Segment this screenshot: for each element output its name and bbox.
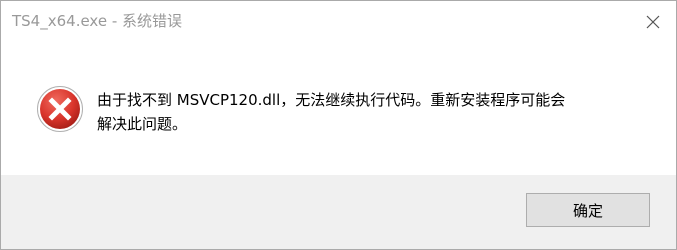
close-icon [646, 15, 660, 29]
dialog-content: 由于找不到 MSVCP120.dll，无法继续执行代码。重新安装程序可能会 解决… [1, 43, 676, 175]
window-title: TS4_x64.exe - 系统错误 [12, 12, 183, 30]
ok-button[interactable]: 确定 [526, 193, 650, 227]
title-bar[interactable]: TS4_x64.exe - 系统错误 [1, 1, 676, 43]
close-button[interactable] [630, 1, 676, 43]
message-line-2: 解决此问题。 [97, 115, 188, 133]
error-icon [37, 86, 83, 132]
error-dialog-window: TS4_x64.exe - 系统错误 由于找不到 MSVCP120.dll，无法… [0, 0, 677, 250]
dialog-footer: 确定 [1, 175, 676, 249]
message-line-1: 由于找不到 MSVCP120.dll，无法继续执行代码。重新安装程序可能会 [97, 91, 566, 109]
error-message: 由于找不到 MSVCP120.dll，无法继续执行代码。重新安装程序可能会 解决… [97, 88, 657, 136]
